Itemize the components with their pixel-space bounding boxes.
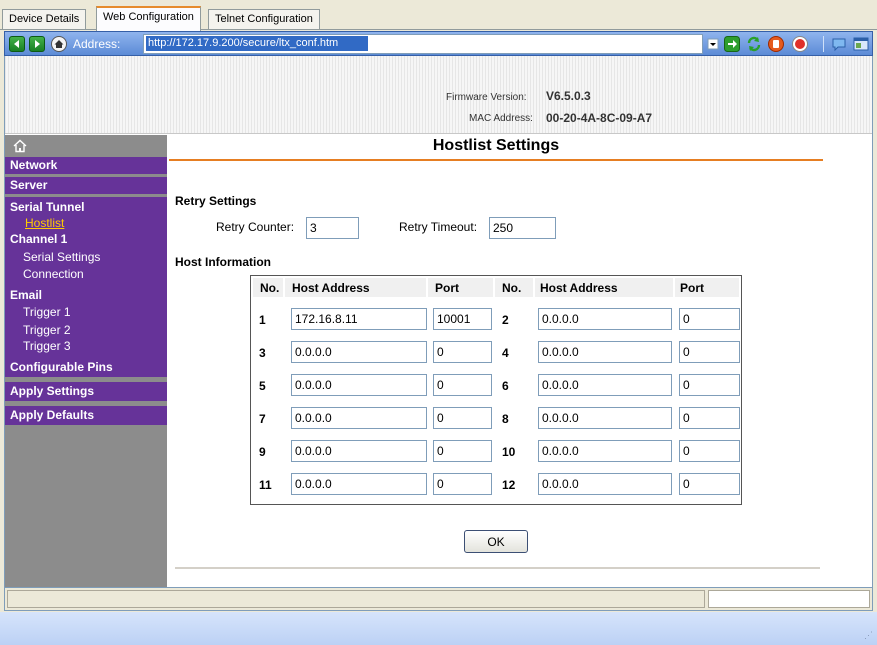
retry-counter-label: Retry Counter:	[216, 220, 295, 234]
tab-strip: Device Details Web Configuration Telnet …	[0, 0, 877, 31]
host-address-input[interactable]	[291, 374, 427, 396]
sidebar: Network Server Serial Tunnel Hostlist Ch…	[5, 135, 167, 587]
retry-timeout-label: Retry Timeout:	[399, 220, 478, 234]
host-address-input[interactable]	[538, 341, 672, 363]
port-input[interactable]	[679, 341, 740, 363]
firmware-value: V6.5.0.3	[546, 89, 591, 103]
device-banner: Firmware Version: V6.5.0.3 MAC Address: …	[5, 56, 872, 134]
forward-icon[interactable]	[29, 36, 45, 52]
host-table: No. Host Address Port No. Host Address P…	[250, 275, 742, 505]
page-title: Hostlist Settings	[169, 135, 823, 161]
divider	[175, 567, 820, 569]
stop-icon[interactable]	[768, 36, 784, 52]
port-input[interactable]	[433, 341, 492, 363]
sidebar-item-network[interactable]: Network	[5, 157, 167, 174]
tab-web-configuration[interactable]: Web Configuration	[96, 6, 201, 31]
address-dropdown-icon[interactable]	[707, 38, 719, 50]
host-address-input[interactable]	[291, 407, 427, 429]
sidebar-item-hostlist[interactable]: Hostlist	[25, 216, 64, 230]
host-number: 8	[502, 412, 509, 426]
tab-telnet-configuration[interactable]: Telnet Configuration	[208, 9, 320, 30]
apply-defaults-button[interactable]: Apply Defaults	[5, 406, 167, 425]
resize-grip-icon[interactable]: ⋰	[864, 630, 873, 641]
host-number: 7	[259, 412, 266, 426]
host-number: 9	[259, 445, 266, 459]
host-number: 3	[259, 346, 266, 360]
home-icon[interactable]	[13, 139, 27, 153]
port-input[interactable]	[433, 308, 492, 330]
host-address-input[interactable]	[291, 341, 427, 363]
window-bottom-bar: ⋰	[0, 612, 877, 645]
sidebar-group-serial-tunnel: Serial Tunnel	[5, 197, 167, 298]
sidebar-item-configurable-pins[interactable]: Configurable Pins	[5, 358, 167, 377]
chat-icon[interactable]	[831, 36, 847, 52]
go-icon[interactable]	[724, 36, 740, 52]
host-address-input[interactable]	[538, 440, 672, 462]
port-input[interactable]	[679, 308, 740, 330]
host-number: 10	[502, 445, 516, 459]
sidebar-item-server[interactable]: Server	[5, 177, 167, 194]
address-label: Address:	[73, 37, 121, 51]
host-number: 1	[259, 313, 266, 327]
host-number: 11	[259, 478, 272, 492]
col-header-port: Port	[435, 281, 459, 295]
sidebar-home[interactable]	[5, 135, 167, 157]
host-number: 2	[502, 313, 509, 327]
port-input[interactable]	[679, 374, 740, 396]
web-page: Firmware Version: V6.5.0.3 MAC Address: …	[4, 56, 873, 587]
firmware-label: Firmware Version:	[446, 92, 527, 103]
address-bar: Address: http://172.17.9.200/secure/ltx_…	[4, 31, 873, 56]
port-input[interactable]	[433, 407, 492, 429]
apply-settings-button[interactable]: Apply Settings	[5, 382, 167, 401]
status-bar	[4, 587, 873, 611]
sidebar-item-email[interactable]: Email	[10, 288, 42, 302]
pause-icon[interactable]	[792, 36, 808, 52]
host-address-input[interactable]	[291, 473, 427, 495]
port-input[interactable]	[433, 374, 492, 396]
sidebar-item-serial-tunnel[interactable]: Serial Tunnel	[10, 200, 84, 214]
refresh-icon[interactable]	[746, 36, 762, 52]
col-header-port: Port	[680, 281, 704, 295]
mac-value: 00-20-4A-8C-09-A7	[546, 111, 653, 125]
sidebar-item-trigger2[interactable]: Trigger 2	[23, 323, 71, 337]
host-address-input[interactable]	[291, 440, 427, 462]
port-input[interactable]	[679, 473, 740, 495]
sidebar-item-serial-settings[interactable]: Serial Settings	[23, 250, 100, 264]
address-selection	[146, 36, 368, 51]
host-number: 6	[502, 379, 509, 393]
window-icon[interactable]	[853, 36, 869, 52]
mac-label: MAC Address:	[469, 113, 533, 124]
host-information-heading: Host Information	[175, 255, 271, 269]
tab-device-details[interactable]: Device Details	[2, 9, 87, 30]
col-header-no: No.	[260, 281, 280, 295]
host-address-input[interactable]	[538, 407, 672, 429]
sidebar-item-channel1[interactable]: Channel 1	[10, 232, 67, 246]
retry-timeout-input[interactable]	[489, 217, 556, 239]
host-address-input[interactable]	[291, 308, 427, 330]
port-input[interactable]	[433, 440, 492, 462]
home-icon[interactable]	[51, 36, 67, 52]
ok-button[interactable]: OK	[464, 530, 528, 553]
sidebar-item-trigger1[interactable]: Trigger 1	[23, 305, 71, 319]
col-header-no: No.	[502, 281, 522, 295]
retry-counter-input[interactable]	[306, 217, 359, 239]
back-icon[interactable]	[9, 36, 25, 52]
host-address-input[interactable]	[538, 308, 672, 330]
host-number: 5	[259, 379, 266, 393]
host-address-input[interactable]	[538, 473, 672, 495]
port-input[interactable]	[679, 407, 740, 429]
retry-settings-heading: Retry Settings	[175, 194, 257, 208]
status-pane	[708, 590, 870, 608]
status-pane	[7, 590, 705, 608]
sidebar-item-connection[interactable]: Connection	[23, 267, 84, 281]
port-input[interactable]	[433, 473, 492, 495]
col-header-host-address: Host Address	[292, 281, 370, 295]
col-header-host-address: Host Address	[540, 281, 618, 295]
host-number: 4	[502, 346, 509, 360]
sidebar-item-trigger3[interactable]: Trigger 3	[23, 339, 71, 353]
port-input[interactable]	[679, 440, 740, 462]
host-number: 12	[502, 478, 516, 492]
host-address-input[interactable]	[538, 374, 672, 396]
toolbar-separator	[823, 36, 824, 52]
